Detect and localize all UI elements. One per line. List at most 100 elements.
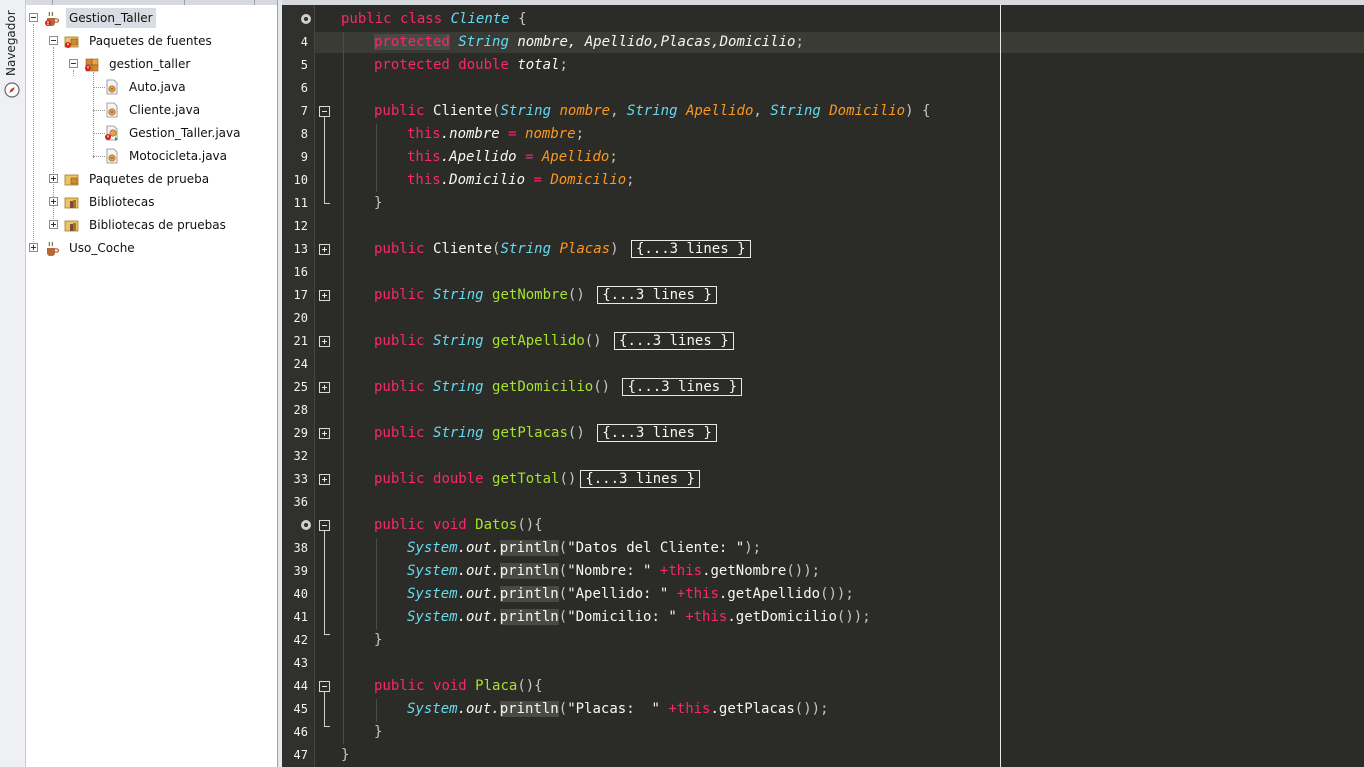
navigator-strip: Navegador — [0, 0, 26, 767]
tree-file-gestion-taller-java[interactable]: Gestion_Taller.java — [26, 123, 276, 143]
punct: ); — [744, 540, 762, 556]
punct: ( — [558, 540, 568, 556]
collapse-toggle[interactable] — [69, 59, 78, 68]
code-line[interactable]: public Cliente(String Placas) {...3 line… — [374, 238, 751, 261]
kw: public — [374, 471, 425, 487]
type: String — [626, 103, 678, 119]
field: .Domicilio — [440, 172, 526, 188]
code-line[interactable]: public String getNombre() {...3 lines } — [374, 284, 717, 307]
code-line[interactable]: System.out.println("Apellido: " +this.ge… — [407, 583, 854, 606]
expand-toggle[interactable] — [49, 220, 58, 229]
code-line[interactable]: protected String nombre, Apellido,Placas… — [374, 31, 804, 54]
panel-tab[interactable] — [26, 0, 53, 5]
collapse-toggle[interactable] — [29, 13, 38, 22]
code-line[interactable]: this.Domicilio = Domicilio; — [407, 169, 635, 192]
code-line[interactable]: } — [341, 744, 349, 767]
code-line[interactable]: System.out.println("Placas: " +this.getP… — [407, 698, 829, 721]
punct: ; — [575, 126, 585, 142]
field: .nombre — [440, 126, 500, 142]
field-ref: .out. — [457, 540, 500, 556]
type: String — [433, 425, 484, 441]
field-ref: .out. — [457, 609, 500, 625]
code-line[interactable]: public void Placa(){ — [374, 675, 543, 698]
punct: (){ — [517, 678, 543, 694]
code-line[interactable]: this.Apellido = Apellido; — [407, 146, 618, 169]
folded-block[interactable]: {...3 lines } — [580, 470, 700, 488]
code-line[interactable]: public class Cliente { — [341, 8, 527, 31]
method-name: getNombre — [492, 287, 568, 303]
type: void — [433, 517, 467, 533]
operator: + — [668, 586, 686, 602]
tree-package-gestion-taller[interactable]: gestion_taller — [26, 54, 276, 74]
panel-tab[interactable] — [184, 0, 255, 5]
code-line[interactable]: } — [374, 721, 382, 744]
code-line[interactable]: public double getTotal() {...3 lines } — [374, 468, 700, 491]
code-line[interactable]: System.out.println("Datos del Cliente: "… — [407, 537, 761, 560]
field: total — [517, 57, 560, 73]
code-line[interactable]: public Cliente(String nombre, String Ape… — [374, 100, 930, 123]
tree-label: gestion_taller — [109, 57, 191, 71]
class-ref: System — [407, 540, 458, 556]
expand-toggle[interactable] — [29, 243, 38, 252]
punct: () — [567, 425, 585, 441]
tree-source-packages[interactable]: Paquetes de fuentes — [26, 31, 276, 51]
method-ref: .getDomicilio — [727, 609, 837, 625]
punct: ()); — [786, 563, 821, 579]
kw: this — [685, 586, 719, 602]
kw: this — [407, 149, 441, 165]
folded-block[interactable]: {...3 lines } — [630, 240, 751, 258]
code-area[interactable]: public class Cliente { protected String … — [282, 0, 1364, 767]
type: double — [433, 471, 484, 487]
java-main-file-error-icon — [105, 125, 118, 141]
punct: , — [610, 103, 627, 119]
code-line[interactable]: public String getApellido() {...3 lines … — [374, 330, 734, 353]
expand-toggle[interactable] — [49, 197, 58, 206]
folded-block[interactable]: {...3 lines } — [614, 332, 734, 350]
test-libraries-folder-icon — [64, 220, 79, 232]
string: "Datos del Cliente: " — [567, 540, 745, 556]
code-line[interactable]: public void Datos(){ — [374, 514, 543, 537]
tree-label: Uso_Coche — [69, 241, 135, 255]
kw: this — [407, 172, 441, 188]
code-line[interactable]: this.nombre = nombre; — [407, 123, 584, 146]
navigator-tab[interactable]: Navegador — [4, 10, 20, 76]
punct: ()); — [794, 701, 829, 717]
kw: public — [374, 678, 425, 694]
code-line[interactable]: System.out.println("Domicilio: " +this.g… — [407, 606, 871, 629]
tree-file-motocicleta-java[interactable]: Motocicleta.java — [26, 146, 276, 166]
punct: () — [584, 333, 602, 349]
code-line[interactable]: System.out.println("Nombre: " +this.getN… — [407, 560, 820, 583]
kw: protected — [374, 34, 450, 50]
tree-label: Bibliotecas — [89, 195, 155, 209]
collapse-toggle[interactable] — [49, 36, 58, 45]
operator: + — [676, 609, 694, 625]
param: nombre — [525, 126, 576, 142]
punct: ) — [610, 241, 619, 257]
expand-toggle[interactable] — [49, 174, 58, 183]
tree-libraries[interactable]: Bibliotecas — [26, 192, 276, 212]
field: .Apellido — [440, 149, 517, 165]
tree-project-gestion-taller[interactable]: Gestion_Taller — [26, 8, 276, 28]
code-line[interactable]: } — [374, 629, 382, 652]
tree-test-libraries[interactable]: Bibliotecas de pruebas — [26, 215, 276, 235]
tree-test-packages[interactable]: Paquetes de prueba — [26, 169, 276, 189]
code-editor[interactable]: 4 5 6 7 8 9 10 11 12 13 16 17 20 21 24 2… — [282, 0, 1364, 767]
tree-project-uso-coche[interactable]: Uso_Coche — [26, 238, 276, 258]
param: Placas — [559, 241, 611, 257]
code-line[interactable]: public String getDomicilio() {...3 lines… — [374, 376, 743, 399]
punct: , — [753, 103, 771, 119]
code-line[interactable]: protected double total; — [374, 54, 568, 77]
panel-tab-strip — [26, 0, 277, 5]
type: String — [500, 241, 552, 257]
operator: = — [516, 149, 542, 165]
folded-block[interactable]: {...3 lines } — [622, 378, 743, 396]
tree-file-auto-java[interactable]: Auto.java — [26, 77, 276, 97]
code-line[interactable]: public String getPlacas() {...3 lines } — [374, 422, 717, 445]
code-line[interactable]: } — [374, 192, 382, 215]
panel-tab[interactable] — [52, 0, 185, 5]
folded-block[interactable]: {...3 lines } — [597, 286, 717, 304]
kw: this — [676, 701, 711, 717]
method-name: getPlacas — [492, 425, 568, 441]
folded-block[interactable]: {...3 lines } — [597, 424, 717, 442]
tree-file-cliente-java[interactable]: Cliente.java — [26, 100, 276, 120]
